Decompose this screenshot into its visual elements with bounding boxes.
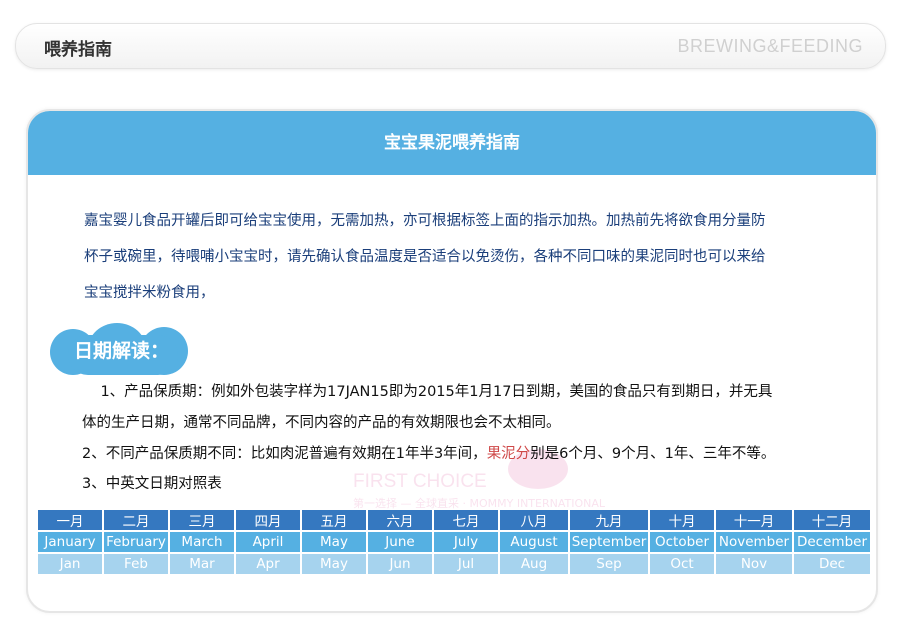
month-cell: January [38,532,102,552]
month-cell: 七月 [434,510,498,530]
month-cell: February [104,532,168,552]
card-title: 宝宝果泥喂养指南 [28,111,876,175]
month-cell: 十月 [650,510,714,530]
month-table: 一月 二月 三月 四月 五月 六月 七月 八月 九月 十月 十一月 十二月 January Februa… [36,508,872,576]
month-cell: May [302,532,366,552]
month-cell: 一月 [38,510,102,530]
month-cell: 六月 [368,510,432,530]
month-cell: Oct [650,554,714,574]
intro-text: 嘉宝婴儿食品开罐后即可给宝宝使用，无需加热，亦可根据标签上面的指示加热。加热前先… [84,203,824,311]
month-cell: August [500,532,568,552]
month-cell: Dec [794,554,870,574]
month-cell: May [302,554,366,574]
date-section-title: 日期解读： [74,340,170,362]
month-cell: Nov [716,554,792,574]
month-cell: Feb [104,554,168,574]
month-cell: April [236,532,300,552]
month-cell: Jan [38,554,102,574]
month-cell: 八月 [500,510,568,530]
month-cell: March [170,532,234,552]
date-section-badge: 日期解读： [50,323,220,375]
month-cell: 二月 [104,510,168,530]
month-cell: Mar [170,554,234,574]
month-cell: 三月 [170,510,234,530]
month-row-english: January February March April May June July Augu… [38,532,870,552]
intro-line: 嘉宝婴儿食品开罐后即可给宝宝使用，无需加热，亦可根据标签上面的指示加热。加热前先… [84,213,766,229]
month-cell: November [716,532,792,552]
section-header-bar: 喂养指南 BREWING&FEEDING [15,23,886,69]
month-cell: October [650,532,714,552]
month-cell: 九月 [570,510,648,530]
section-title-english: BREWING&FEEDING [677,36,863,56]
highlight-text: 果泥分 [486,446,531,462]
month-cell: Aug [500,554,568,574]
month-cell: Jun [368,554,432,574]
feeding-guide-card: 宝宝果泥喂养指南 嘉宝婴儿食品开罐后即可给宝宝使用，无需加热，亦可根据标签上面的… [26,109,878,613]
month-cell: Sep [570,554,648,574]
month-cell: 四月 [236,510,300,530]
month-cell: July [434,532,498,552]
point-shelf-life: 1、产品保质期：例如外包装字样为17JAN15即为2015年1月17日到期，美国… [82,384,773,431]
point-date-table-title: 3、中英文日期对照表 [82,476,222,492]
month-row-abbr: Jan Feb Mar Apr May Jun Jul Aug Sep Oct Nov Dec [38,554,870,574]
section-title: 喂养指南 [44,40,112,60]
intro-line: 杯子或碗里，待喂哺小宝宝时，请先确认食品温度是否适合以免烫伤，各种不同口味的果泥… [84,249,766,265]
month-cell: 十二月 [794,510,870,530]
month-cell: June [368,532,432,552]
month-cell: September [570,532,648,552]
month-cell: Apr [236,554,300,574]
month-row-chinese: 一月 二月 三月 四月 五月 六月 七月 八月 九月 十月 十一月 十二月 [38,510,870,530]
month-cell: 五月 [302,510,366,530]
month-cell: December [794,532,870,552]
month-cell: Jul [434,554,498,574]
intro-line: 宝宝搅拌米粉食用， [84,285,215,301]
point-shelf-life-varies: 2、不同产品保质期不同：比如肉泥普遍有效期在1年半3年间，果泥分别是6个月、9个… [82,446,776,462]
month-cell: 十一月 [716,510,792,530]
